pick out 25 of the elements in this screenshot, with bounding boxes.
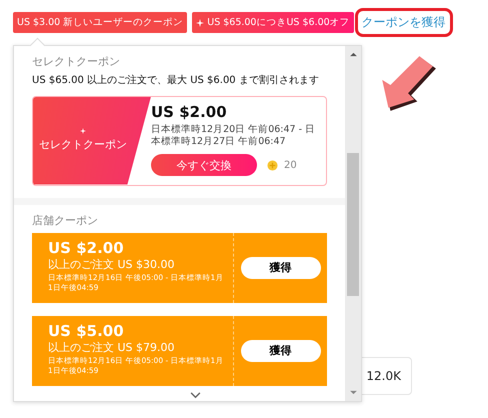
sparkle-icon: [196, 18, 204, 26]
coin-count: 20: [284, 160, 297, 171]
get-button[interactable]: 獲得: [240, 340, 320, 362]
stat-value: 12.0K: [366, 369, 401, 383]
coupon-amount: US $2.00: [48, 238, 125, 256]
scroll-down-icon[interactable]: [350, 390, 356, 395]
coupon-validity: 日本標準時12月20日 午前06:47 - 日本標準時12月27日 午前06:47: [151, 124, 316, 148]
scrollbar[interactable]: [345, 46, 361, 401]
chevron-down-icon[interactable]: [190, 392, 201, 399]
sparkle-icon: [80, 128, 86, 134]
get-button[interactable]: 獲得: [240, 256, 320, 278]
coupon-condition: 以上のご注文 US $30.00: [48, 256, 176, 272]
coupon-condition: 以上のご注文 US $79.00: [48, 340, 176, 354]
coupon-amount: US $5.00: [48, 322, 125, 340]
coupon-tag[interactable]: US $65.00につきUS $6.00オフ: [192, 12, 354, 33]
coin-icon: [267, 160, 278, 171]
coupon-label: セレクトクーポン: [38, 138, 128, 153]
section-title: 店舗クーポン: [32, 212, 99, 228]
get-coupon-link[interactable]: クーポンを獲得: [354, 8, 453, 37]
exchange-button[interactable]: 今すぐ交換: [151, 154, 257, 176]
coupon-amount: US $2.00: [151, 102, 228, 120]
section-description: US $65.00 以上のご注文で、最大 US $6.00 まで割引されます: [32, 74, 320, 88]
scroll-up-icon[interactable]: [350, 52, 356, 57]
coupon-tag[interactable]: US $3.00 新しいユーザーのクーポン: [13, 12, 188, 33]
section-title: セレクトクーポン: [32, 54, 121, 69]
